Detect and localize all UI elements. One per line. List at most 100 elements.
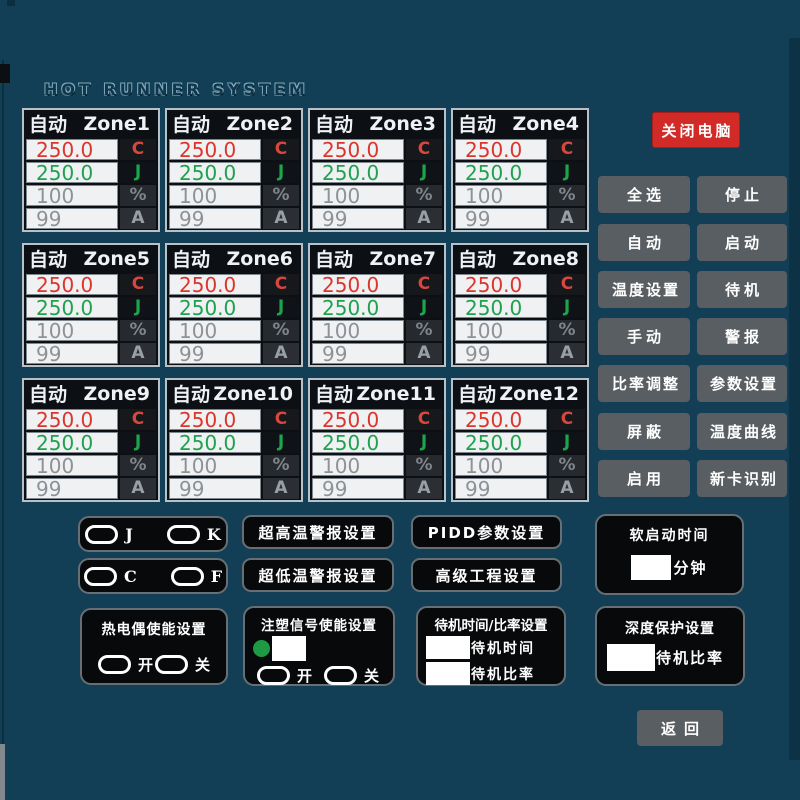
thermocouple-off-option[interactable]: 关: [155, 654, 212, 675]
zone-temp-unit: C: [263, 409, 299, 430]
high-temp-alarm-button[interactable]: 超高温警报设置: [242, 515, 394, 549]
hot-runner-screen: HOT RUNNER SYSTEM 自动 Zone1 250.0 C 250.0…: [0, 0, 800, 800]
zone-temp-unit: C: [120, 139, 156, 160]
back-button[interactable]: 返回: [637, 710, 723, 746]
zone-sensor-type: J: [120, 162, 156, 183]
zone-mode-label: 自动: [29, 380, 67, 407]
temp-curve-button[interactable]: 温度曲线: [697, 413, 787, 450]
advanced-settings-button[interactable]: 高级工程设置: [411, 558, 562, 592]
zone-actual-temp-value: 250.0: [312, 139, 404, 160]
injection-off-option[interactable]: 关: [324, 665, 381, 686]
zone-actual-temp-row: 250.0 C: [169, 409, 299, 430]
zone-sensor-type: J: [406, 162, 442, 183]
temp-settings-button[interactable]: 温度设置: [598, 271, 690, 308]
zone-panel[interactable]: 自动 Zone1 250.0 C 250.0 J 100 %: [22, 108, 160, 232]
zone-panel[interactable]: 自动 Zone11 250.0 C 250.0 J 100 %: [308, 378, 446, 502]
temp-unit-c-radio[interactable]: [84, 567, 117, 586]
zone-current-row: 99 A: [26, 478, 156, 499]
zone-current-value: 99: [26, 208, 118, 229]
injection-on-option[interactable]: 开: [257, 665, 314, 686]
zone-current-row: 99 A: [26, 343, 156, 364]
injection-off-radio[interactable]: [324, 666, 357, 685]
zone-header: 自动 Zone11: [310, 380, 444, 407]
injection-on-label: 开: [297, 665, 314, 686]
zone-header: 自动 Zone7: [310, 245, 444, 272]
zone-setpoint-row: 250.0 J: [455, 432, 585, 453]
shutdown-button[interactable]: 关闭电脑: [652, 112, 740, 148]
zone-panel[interactable]: 自动 Zone6 250.0 C 250.0 J 100 %: [165, 243, 303, 367]
thermocouple-on-radio[interactable]: [98, 655, 131, 674]
zone-body: 250.0 C 250.0 J 100 % 99 A: [167, 137, 301, 231]
zone-current-unit: A: [120, 208, 156, 229]
mask-zone-button[interactable]: 屏蔽: [598, 413, 690, 450]
zone-setpoint-value: 250.0: [26, 162, 118, 183]
zone-current-row: 99 A: [455, 343, 585, 364]
standby-ratio-input[interactable]: [426, 662, 470, 685]
zone-header: 自动 Zone9: [24, 380, 158, 407]
temp-unit-c-option[interactable]: C: [84, 567, 137, 586]
injection-enable-title: 注塑信号使能设置: [245, 614, 393, 634]
thermocouple-off-radio[interactable]: [155, 655, 188, 674]
zone-actual-temp-row: 250.0 C: [26, 139, 156, 160]
zone-setpoint-row: 250.0 J: [169, 297, 299, 318]
zone-percent-unit: %: [120, 320, 156, 341]
stop-button[interactable]: 停止: [697, 176, 787, 213]
ratio-adjust-button[interactable]: 比率调整: [598, 365, 690, 402]
low-temp-alarm-button[interactable]: 超低温警报设置: [242, 558, 394, 592]
soft-start-minutes-input[interactable]: [631, 555, 671, 580]
zone-current-value: 99: [312, 343, 404, 364]
zone-panel[interactable]: 自动 Zone9 250.0 C 250.0 J 100 %: [22, 378, 160, 502]
zone-actual-temp-row: 250.0 C: [455, 409, 585, 430]
screen-edge-mark-left: [0, 64, 10, 83]
tc-type-j-option[interactable]: J: [85, 525, 133, 544]
zone-body: 250.0 C 250.0 J 100 % 99 A: [310, 137, 444, 231]
zone-setpoint-value: 250.0: [455, 297, 547, 318]
zone-panel[interactable]: 自动 Zone10 250.0 C 250.0 J 100 %: [165, 378, 303, 502]
zone-panel[interactable]: 自动 Zone12 250.0 C 250.0 J 100 %: [451, 378, 589, 502]
pidd-settings-button[interactable]: PIDD参数设置: [411, 515, 562, 549]
zone-mode-label: 自动: [172, 380, 210, 407]
tc-type-k-radio[interactable]: [167, 525, 200, 544]
zone-actual-temp-row: 250.0 C: [312, 274, 442, 295]
start-button[interactable]: 启动: [697, 224, 787, 261]
standby-button[interactable]: 待机: [697, 271, 787, 308]
zone-percent-value: 100: [312, 185, 404, 206]
injection-on-radio[interactable]: [257, 666, 290, 685]
param-settings-button[interactable]: 参数设置: [697, 365, 787, 402]
temp-unit-f-option[interactable]: F: [171, 567, 222, 586]
zone-panel[interactable]: 自动 Zone2 250.0 C 250.0 J 100 %: [165, 108, 303, 232]
zone-temp-unit: C: [406, 139, 442, 160]
enable-zone-button[interactable]: 启用: [598, 460, 690, 497]
tc-type-j-radio[interactable]: [85, 525, 118, 544]
zone-current-unit: A: [549, 208, 585, 229]
zone-name: Zone4: [513, 113, 579, 135]
new-card-button[interactable]: 新卡识别: [697, 460, 787, 497]
zone-current-unit: A: [406, 478, 442, 499]
zone-panel[interactable]: 自动 Zone3 250.0 C 250.0 J 100 %: [308, 108, 446, 232]
auto-mode-button[interactable]: 自动: [598, 224, 690, 261]
select-all-button[interactable]: 全选: [598, 176, 690, 213]
tc-type-k-option[interactable]: K: [167, 525, 221, 544]
zone-panel[interactable]: 自动 Zone7 250.0 C 250.0 J 100 %: [308, 243, 446, 367]
injection-signal-input[interactable]: [272, 636, 306, 661]
zone-panel[interactable]: 自动 Zone4 250.0 C 250.0 J 100 %: [451, 108, 589, 232]
zone-panel[interactable]: 自动 Zone8 250.0 C 250.0 J 100 %: [451, 243, 589, 367]
zone-percent-unit: %: [120, 185, 156, 206]
standby-time-input[interactable]: [426, 636, 470, 659]
temp-unit-f-radio[interactable]: [171, 567, 204, 586]
soft-start-unit-label: 分钟: [673, 557, 707, 578]
zone-setpoint-value: 250.0: [26, 432, 118, 453]
zone-header: 自动 Zone12: [453, 380, 587, 407]
injection-off-label: 关: [364, 665, 381, 686]
zone-percent-row: 100 %: [26, 320, 156, 341]
zone-percent-value: 100: [169, 320, 261, 341]
manual-mode-button[interactable]: 手动: [598, 318, 690, 355]
zone-mode-label: 自动: [315, 380, 353, 407]
zone-header: 自动 Zone6: [167, 245, 301, 272]
depth-protect-ratio-input[interactable]: [607, 644, 655, 671]
zone-mode-label: 自动: [315, 245, 353, 272]
thermocouple-on-option[interactable]: 开: [98, 654, 155, 675]
zone-current-value: 99: [26, 478, 118, 499]
alarm-button[interactable]: 警报: [697, 318, 787, 355]
zone-panel[interactable]: 自动 Zone5 250.0 C 250.0 J 100 %: [22, 243, 160, 367]
